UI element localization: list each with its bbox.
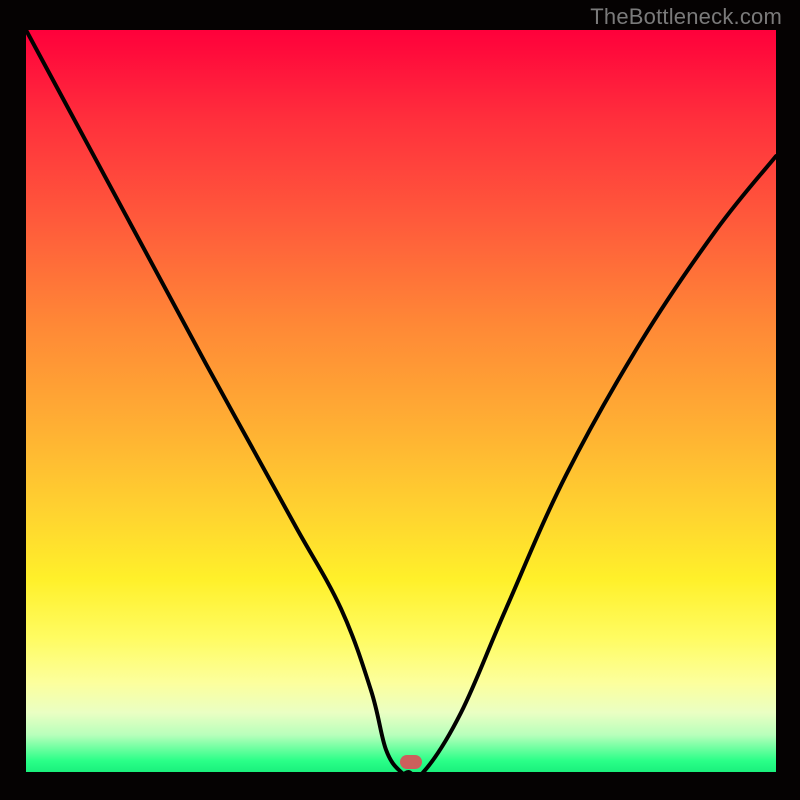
plot-area [26, 30, 776, 772]
watermark-label: TheBottleneck.com [590, 4, 782, 30]
curve-layer [26, 30, 776, 772]
minimum-marker [400, 755, 422, 769]
bottleneck-curve [26, 30, 776, 772]
chart-container: TheBottleneck.com [0, 0, 800, 800]
